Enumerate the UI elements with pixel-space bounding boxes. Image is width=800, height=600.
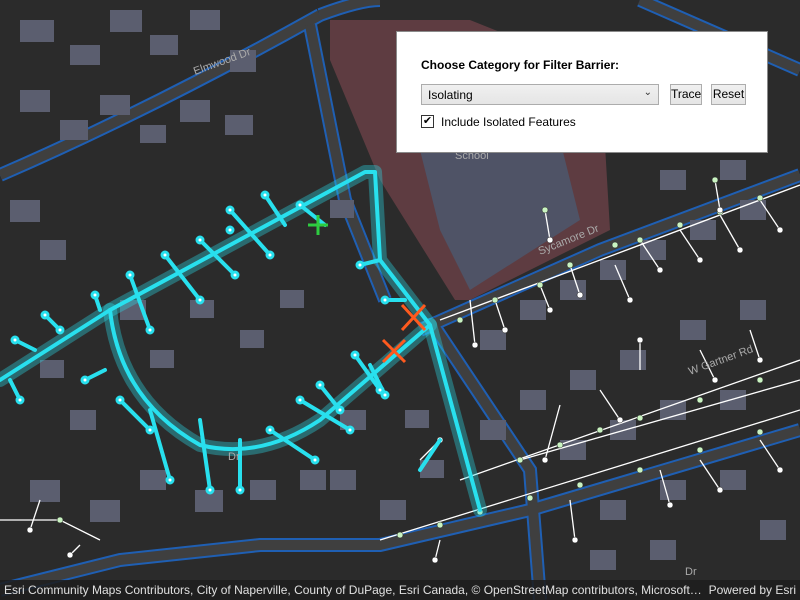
attribution-text: Esri Community Maps Contributors, City o… bbox=[4, 583, 704, 597]
checkmark-icon: ✔ bbox=[422, 115, 433, 127]
reset-button[interactable]: Reset bbox=[711, 84, 746, 105]
powered-by-esri[interactable]: Powered by Esri bbox=[709, 583, 796, 597]
trace-button[interactable]: Trace bbox=[670, 84, 702, 105]
include-isolated-checkbox[interactable]: ✔ bbox=[421, 115, 434, 128]
category-select-value: Isolating bbox=[428, 88, 473, 102]
attribution-bar: Esri Community Maps Contributors, City o… bbox=[0, 580, 800, 600]
include-isolated-label: Include Isolated Features bbox=[441, 115, 576, 129]
chevron-down-icon: ⌄ bbox=[643, 87, 652, 98]
category-select[interactable]: Isolating ⌄ bbox=[421, 84, 659, 105]
filter-barrier-panel: Choose Category for Filter Barrier: Isol… bbox=[396, 31, 768, 153]
street-label-dr-east: Dr bbox=[685, 566, 697, 578]
panel-title: Choose Category for Filter Barrier: bbox=[421, 58, 620, 72]
street-label-dr-south: Dr bbox=[228, 451, 240, 463]
